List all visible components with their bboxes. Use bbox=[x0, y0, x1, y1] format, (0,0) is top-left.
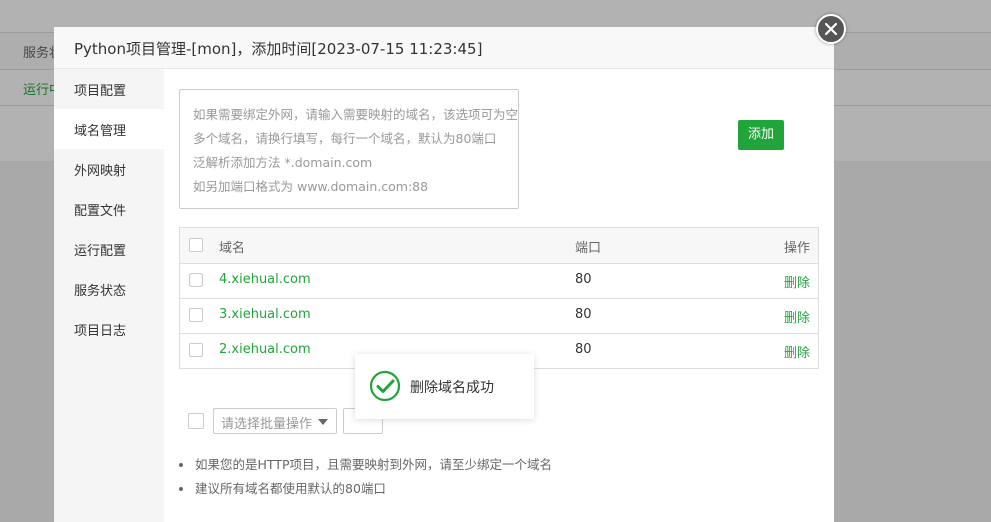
domain-table: 域名 端口 操作 4.xiehual.com 80 删除 3.xiehual.c… bbox=[179, 227, 819, 369]
sidebar-item-label: 外网映射 bbox=[74, 164, 127, 179]
sidebar-item-external-mapping[interactable]: 外网映射 bbox=[54, 149, 164, 189]
chevron-down-icon bbox=[318, 419, 328, 425]
sidebar-item-label: 项目日志 bbox=[74, 324, 127, 339]
batch-action-placeholder: 请选择批量操作 bbox=[221, 417, 313, 432]
batch-action-select[interactable]: 请选择批量操作 bbox=[213, 408, 337, 434]
help-note: 如果您的是HTTP项目，且需要映射到外网，请至少绑定一个域名 bbox=[179, 453, 552, 477]
domain-input-placeholder-line: 如另加端口格式为 www.domain.com:88 bbox=[193, 179, 429, 194]
help-notes: 如果您的是HTTP项目，且需要映射到外网，请至少绑定一个域名 建议所有域名都使用… bbox=[179, 453, 552, 501]
domain-input-placeholder-line: 多个域名，请换行填写，每行一个域名，默认为80端口 bbox=[193, 131, 497, 146]
column-header-port: 端口 bbox=[575, 241, 602, 256]
close-icon bbox=[824, 22, 838, 36]
port-value: 80 bbox=[575, 272, 592, 287]
modal-title-bar: Python项目管理-[mon]，添加时间[2023-07-15 11:23:4… bbox=[54, 27, 834, 69]
domain-link[interactable]: 4.xiehual.com bbox=[219, 272, 311, 287]
row-checkbox[interactable] bbox=[189, 273, 203, 287]
sidebar-item-service-status[interactable]: 服务状态 bbox=[54, 269, 164, 309]
delete-link[interactable]: 删除 bbox=[784, 272, 810, 291]
sidebar-item-project-log[interactable]: 项目日志 bbox=[54, 309, 164, 349]
column-header-domain: 域名 bbox=[219, 241, 246, 256]
row-checkbox[interactable] bbox=[189, 308, 203, 322]
add-domain-button[interactable]: 添加 bbox=[738, 120, 784, 150]
modal-sidebar: 项目配置 域名管理 外网映射 配置文件 运行配置 服务状态 项目日志 bbox=[54, 69, 164, 522]
sidebar-item-label: 域名管理 bbox=[74, 124, 127, 139]
domain-input-placeholder-line: 如果需要绑定外网，请输入需要映射的域名，该选项可为空 bbox=[193, 107, 519, 122]
toast-message: 删除域名成功 bbox=[410, 380, 494, 396]
table-header: 域名 端口 操作 bbox=[180, 228, 818, 264]
delete-link[interactable]: 删除 bbox=[784, 307, 810, 326]
sidebar-item-label: 项目配置 bbox=[74, 84, 127, 99]
delete-link[interactable]: 删除 bbox=[784, 342, 810, 361]
modal-close-button[interactable] bbox=[816, 14, 846, 44]
success-toast: 删除域名成功 bbox=[355, 354, 534, 419]
sidebar-item-run-config[interactable]: 运行配置 bbox=[54, 229, 164, 269]
sidebar-item-domain-management[interactable]: 域名管理 bbox=[54, 109, 164, 149]
table-row: 3.xiehual.com 80 删除 bbox=[180, 298, 818, 334]
sidebar-item-label: 配置文件 bbox=[74, 204, 127, 219]
domain-management-panel: 如果需要绑定外网，请输入需要映射的域名，该选项可为空 多个域名，请换行填写，每行… bbox=[164, 69, 834, 522]
check-circle-icon bbox=[369, 370, 401, 402]
domain-link[interactable]: 3.xiehual.com bbox=[219, 307, 311, 322]
select-all-checkbox[interactable] bbox=[189, 238, 203, 252]
python-project-modal: Python项目管理-[mon]，添加时间[2023-07-15 11:23:4… bbox=[54, 27, 834, 522]
domain-link[interactable]: 2.xiehual.com bbox=[219, 342, 311, 357]
sidebar-item-project-config[interactable]: 项目配置 bbox=[54, 69, 164, 109]
domain-input-placeholder-line: 泛解析添加方法 *.domain.com bbox=[193, 155, 373, 170]
sidebar-item-config-file[interactable]: 配置文件 bbox=[54, 189, 164, 229]
modal-title: Python项目管理-[mon]，添加时间[2023-07-15 11:23:4… bbox=[74, 40, 483, 58]
port-value: 80 bbox=[575, 307, 592, 322]
sidebar-item-label: 运行配置 bbox=[74, 244, 127, 259]
help-note: 建议所有域名都使用默认的80端口 bbox=[179, 477, 552, 501]
port-value: 80 bbox=[575, 342, 592, 357]
domain-input[interactable]: 如果需要绑定外网，请输入需要映射的域名，该选项可为空 多个域名，请换行填写，每行… bbox=[179, 89, 519, 209]
column-header-action: 操作 bbox=[783, 241, 810, 256]
table-row: 4.xiehual.com 80 删除 bbox=[180, 263, 818, 299]
batch-select-all-checkbox[interactable] bbox=[188, 413, 204, 429]
row-checkbox[interactable] bbox=[189, 343, 203, 357]
sidebar-item-label: 服务状态 bbox=[74, 284, 127, 299]
